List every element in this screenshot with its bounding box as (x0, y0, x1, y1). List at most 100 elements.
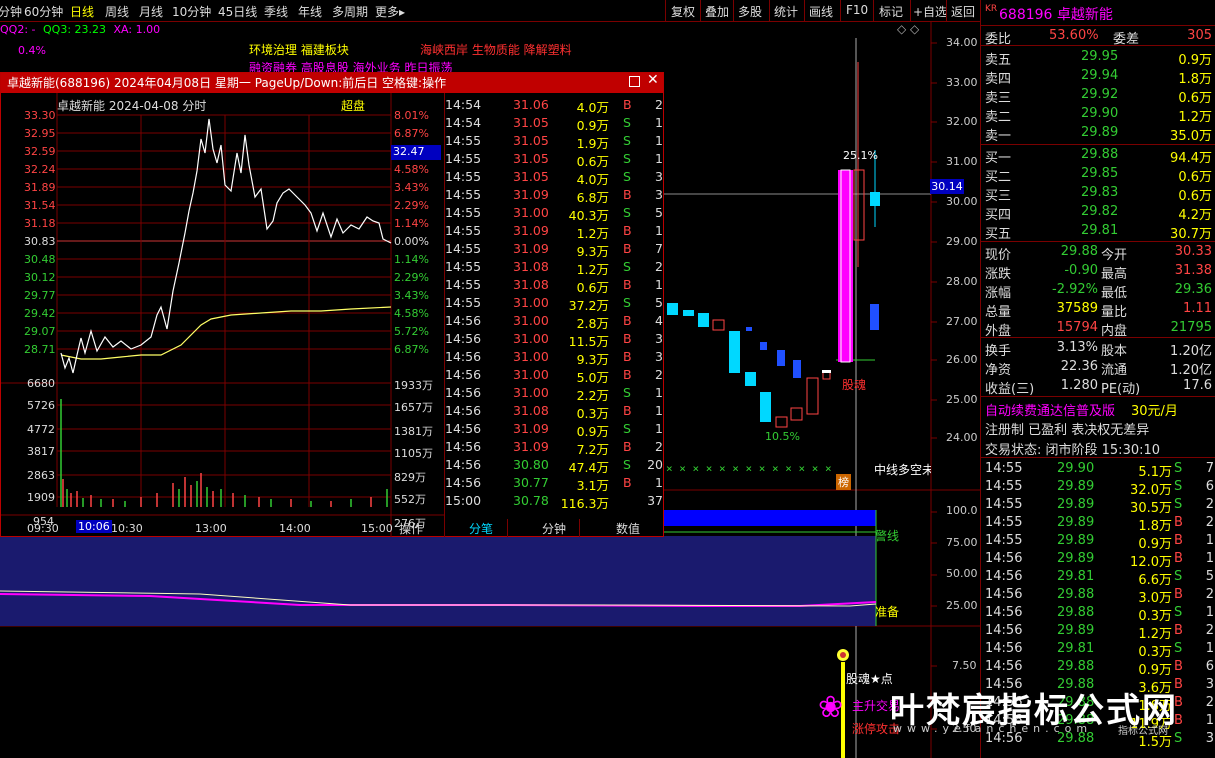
tab-weekly[interactable]: 周线 (105, 3, 129, 20)
trade-time: 14:55 (445, 223, 482, 238)
ask-price[interactable]: 29.89 (1081, 125, 1118, 140)
trade-price: 31.06 (513, 97, 549, 112)
back-button[interactable]: 返回 (951, 3, 975, 20)
quote-stat-row: 总量 37589 量比 1.11 (981, 300, 1215, 320)
tab-monthly[interactable]: 月线 (139, 3, 163, 20)
tab-quarterly[interactable]: 季线 (264, 3, 288, 20)
price-label: 28.71 (24, 343, 56, 356)
concept-tags-2: 海峡西岸 生物质能 降解塑料 (420, 43, 572, 57)
bid-row: 买一 29.88 94.4万 (981, 146, 1215, 166)
mark-button[interactable]: 标记 (879, 3, 903, 20)
stock-code-name[interactable]: 688196 卓越新能 (999, 4, 1113, 24)
trade-direction: B (623, 367, 632, 382)
statistics-button[interactable]: 统计 (774, 3, 798, 20)
stat-value: -0.90 (1064, 263, 1098, 278)
tab-45day[interactable]: 45日线 (218, 3, 257, 20)
add-favorite-button[interactable]: +自选 (913, 3, 947, 20)
tab-daily[interactable]: 日线 (70, 3, 94, 20)
intraday-popup[interactable]: 卓越新能(688196) 2024年04月08日 星期一 PageUp/Down… (0, 72, 664, 537)
stat-value: 1.20亿 (1170, 363, 1212, 378)
indicator-pct: 0.4% (18, 44, 46, 57)
trade-direction: B (623, 331, 632, 346)
tab-minute[interactable]: 分钟 (0, 3, 22, 20)
tab-10min[interactable]: 10分钟 (172, 3, 211, 20)
tick-time: 14:55 (985, 461, 1023, 476)
price-label: 32.59 (24, 145, 56, 158)
rank-badge[interactable]: 榜 (836, 474, 851, 490)
f10-button[interactable]: F10 (846, 3, 868, 17)
tab-multi-period[interactable]: 多周期 (332, 3, 368, 20)
tick-time: 14:55 (985, 533, 1023, 548)
tick-row: 14:56 29.88 3.0万 B 2 (981, 586, 1215, 606)
trade-price: 31.00 (513, 205, 549, 220)
ask-price[interactable]: 29.90 (1081, 106, 1118, 121)
trade-time: 14:54 (445, 115, 482, 130)
overlay-button[interactable]: 叠加 (705, 3, 729, 20)
trade-time: 14:56 (445, 331, 482, 346)
ask-price[interactable]: 29.95 (1081, 49, 1118, 64)
tab-ticks[interactable]: 分笔 (469, 520, 493, 537)
chart-option-icons[interactable]: ◇ ◇ (897, 22, 919, 36)
tick-price: 29.88 (1057, 605, 1095, 620)
tab-more[interactable]: 更多▸ (375, 3, 405, 20)
tick-row: 14:56 29.81 6.6万 S 5 (981, 568, 1215, 588)
time-label: 14:00 (279, 522, 311, 535)
promo-subscription[interactable]: 自动续费通达信普及版 (985, 400, 1115, 419)
osc-axis-50: 50.00 (946, 567, 978, 580)
maximize-icon[interactable] (629, 76, 640, 87)
tick-time: 14:56 (985, 623, 1023, 638)
restore-rights-button[interactable]: 复权 (671, 3, 695, 20)
tab-values[interactable]: 数值 (616, 520, 640, 537)
trade-row: 14:55 31.05 1.9万 S 1 (445, 131, 665, 151)
tab-operate[interactable]: 操作 (399, 520, 423, 537)
stat-label: 收益(三) (985, 382, 1035, 397)
tab-60min[interactable]: 60分钟 (24, 3, 63, 20)
trade-row: 14:56 31.00 2.2万 S 1 (445, 383, 665, 403)
vol-label: 552万 (394, 493, 426, 506)
bid-price[interactable]: 29.88 (1081, 147, 1118, 162)
ask-label: 卖二 (985, 110, 1012, 125)
trade-row: 15:00 30.78 116.3万 37 (445, 491, 665, 511)
price-axis-31: 31.00 (946, 155, 978, 168)
ask-price[interactable]: 29.92 (1081, 87, 1118, 102)
bid-price[interactable]: 29.85 (1081, 166, 1118, 181)
trade-row: 14:55 31.09 1.2万 B 1 (445, 221, 665, 241)
trade-direction: S (623, 151, 631, 166)
promo-price[interactable]: 30元/月 (1131, 400, 1178, 419)
trade-status: 交易状态: 闭市阶段 15:30:10 (985, 443, 1161, 458)
close-icon[interactable]: ✕ (647, 72, 659, 88)
intraday-chart-title: 卓越新能 2024-04-08 分时 (57, 99, 207, 113)
trade-time: 14:55 (445, 151, 482, 166)
ask-row: 卖四 29.94 1.8万 (981, 67, 1215, 87)
intraday-chart[interactable] (1, 93, 445, 537)
ask-price[interactable]: 29.94 (1081, 68, 1118, 83)
pct-label: 3.43% (394, 181, 429, 194)
trade-price: 31.00 (513, 367, 549, 382)
trade-price: 31.08 (513, 259, 549, 274)
bid-price[interactable]: 29.81 (1081, 223, 1118, 238)
stat-value: 17.6 (1183, 378, 1212, 393)
bid-price[interactable]: 29.82 (1081, 204, 1118, 219)
osc-axis-100: 100.0 (946, 504, 978, 517)
draw-line-button[interactable]: 画线 (809, 3, 833, 20)
stat-value: -2.92% (1052, 282, 1098, 297)
tick-price: 29.88 (1057, 659, 1095, 674)
price-axis-24: 24.00 (946, 431, 978, 444)
trade-time: 14:55 (445, 295, 482, 310)
tab-yearly[interactable]: 年线 (298, 3, 322, 20)
trade-time: 14:55 (445, 133, 482, 148)
vol-label: 829万 (394, 471, 426, 484)
popup-title[interactable]: 卓越新能(688196) 2024年04月08日 星期一 PageUp/Down… (1, 73, 663, 93)
price-label: 31.54 (24, 199, 56, 212)
trade-count: 1 (655, 277, 663, 292)
trade-volume: 116.3万 (560, 496, 609, 511)
vol-label: 4772 (27, 423, 55, 436)
tick-count: 2 (1205, 587, 1214, 602)
trade-price: 30.80 (513, 457, 549, 472)
multi-stock-button[interactable]: 多股 (738, 3, 762, 20)
trade-direction: S (623, 205, 631, 220)
tab-minutes[interactable]: 分钟 (542, 520, 566, 537)
bid-price[interactable]: 29.83 (1081, 185, 1118, 200)
watermark-url: www.yefanchen.com (893, 722, 1093, 735)
stat-value: 31.38 (1174, 263, 1212, 278)
